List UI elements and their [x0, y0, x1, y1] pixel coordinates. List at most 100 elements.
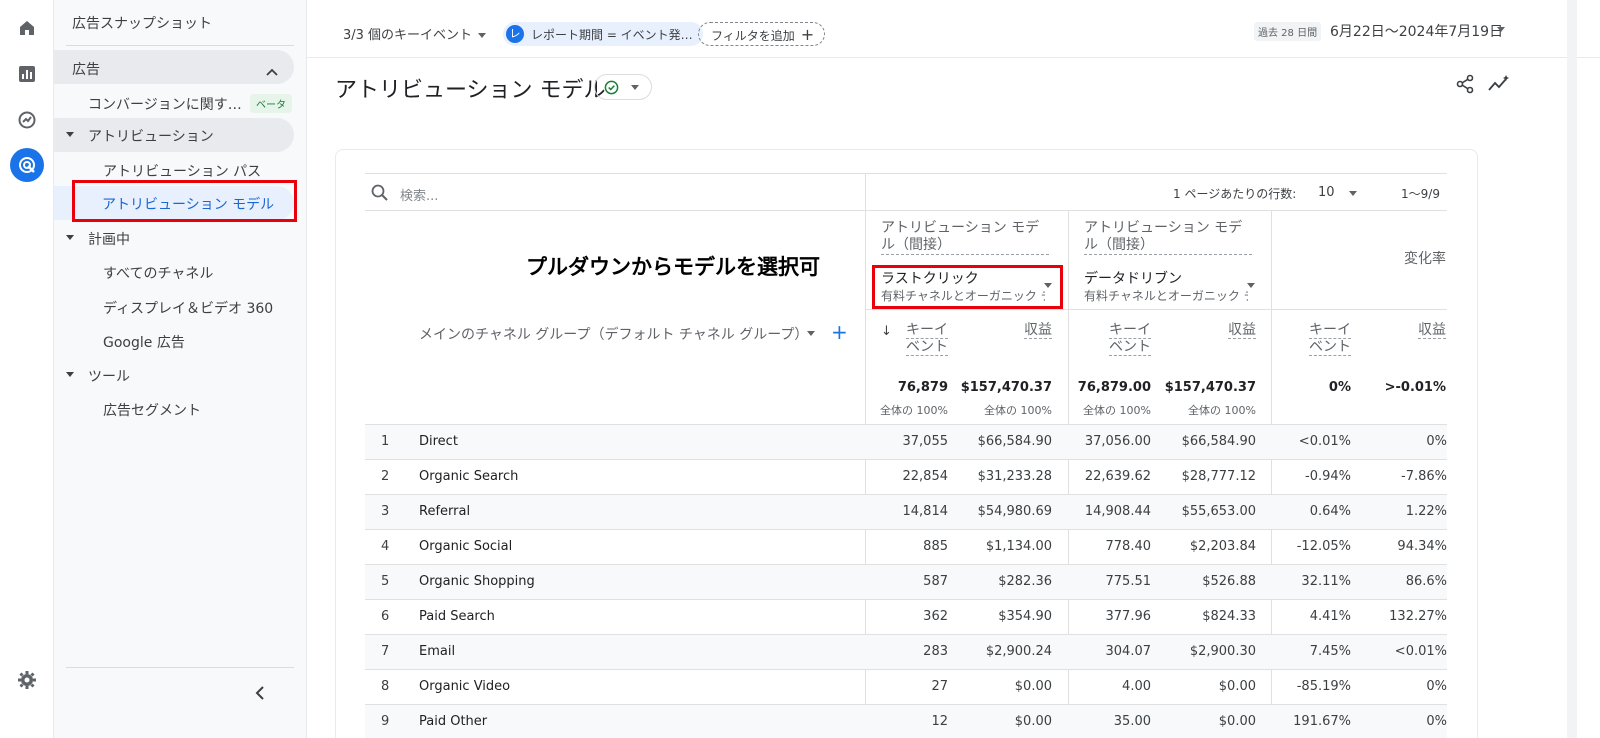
table-row[interactable]: 3 Referral 14,814 $54,980.69 14,908.44 $55,65…: [365, 494, 1447, 529]
rows-per-page-select[interactable]: 10: [1318, 185, 1335, 200]
status-chip[interactable]: [594, 74, 652, 100]
cell-m1r: $282.36: [998, 574, 1052, 589]
col-key-events[interactable]: キーイベント: [1303, 322, 1351, 356]
table-row[interactable]: 7 Email 283 $2,900.24 304.07 $2,900.30 7.45% <0…: [365, 634, 1447, 669]
sidebar-title[interactable]: 広告スナップショット: [72, 13, 212, 33]
table-row[interactable]: 8 Organic Video 27 $0.00 4.00 $0.00 -85.19% 0%: [365, 669, 1447, 704]
total-share: 全体の 100%: [1188, 404, 1256, 417]
reports-icon[interactable]: [13, 60, 41, 88]
caret-down-icon[interactable]: [1349, 191, 1357, 196]
collapse-sidebar-icon[interactable]: [255, 685, 265, 704]
total-value: 0%: [1328, 380, 1351, 395]
caret-down-icon: [478, 33, 487, 38]
pagination-range: 1～9/9: [1401, 187, 1440, 201]
search-icon: [371, 184, 389, 206]
table-row[interactable]: 9 Paid Other 12 $0.00 35.00 $0.00 191.67% 0%: [365, 704, 1447, 738]
sidebar-item-all-channels[interactable]: すべてのチャネル: [103, 263, 213, 283]
sort-down-icon[interactable]: ↓: [881, 324, 892, 339]
cell-m2r: $2,900.30: [1189, 644, 1256, 659]
cell-m2r: $0.00: [1218, 714, 1256, 729]
sidebar-group-attribution[interactable]: アトリビューション: [54, 118, 294, 152]
row-channel-name: Paid Other: [419, 714, 488, 729]
model2-selected[interactable]: データドリブン: [1084, 268, 1182, 288]
share-icon[interactable]: [1455, 74, 1475, 98]
sidebar-divider: [66, 667, 294, 668]
sidebar-item-display-video[interactable]: ディスプレイ＆ビデオ 360: [103, 298, 273, 318]
sidebar-item-attribution-paths[interactable]: アトリビューション パス: [103, 161, 261, 181]
sidebar-section-ads[interactable]: 広告: [54, 50, 294, 84]
col-revenue[interactable]: 収益: [1002, 322, 1052, 339]
col-revenue[interactable]: 収益: [1396, 322, 1446, 339]
plus-icon: +: [800, 25, 815, 44]
check-circle-icon: [604, 80, 619, 95]
nav-rail: [0, 0, 54, 738]
caret-down-icon: [66, 132, 74, 137]
sidebar-item-conversion[interactable]: コンバージョンに関す…: [88, 94, 242, 114]
table-row[interactable]: 1 Direct 37,055 $66,584.90 37,056.00 $66,584.…: [365, 424, 1447, 459]
table-row[interactable]: 2 Organic Search 22,854 $31,233.28 22,639.62…: [365, 459, 1447, 494]
cell-m2r: $824.33: [1202, 609, 1256, 624]
col-revenue-label: 収益: [1228, 322, 1256, 339]
page-title: アトリビューション モデル: [335, 78, 606, 103]
cell-m2e: 775.51: [1105, 574, 1152, 589]
cell-che: 191.67%: [1293, 714, 1351, 729]
date-range-selector[interactable]: 6月22日～2024年7月19日: [1330, 21, 1503, 41]
total-share: 全体の 100%: [984, 404, 1052, 417]
cell-m1r: $1,134.00: [985, 539, 1052, 554]
add-dimension-icon[interactable]: +: [831, 320, 848, 344]
cell-m1e: 362: [923, 609, 948, 624]
add-filter-button[interactable]: フィルタを追加 +: [698, 22, 826, 46]
col-key-events[interactable]: キーイベント: [900, 322, 948, 356]
sidebar-divider: [66, 45, 294, 46]
cell-m1r: $0.00: [1014, 679, 1052, 694]
report-period-chip[interactable]: レ レポート期間 = イベント発…: [503, 22, 703, 46]
sidebar-group-label: ツール: [88, 369, 130, 385]
col-key-events-label: キーイベント: [1309, 322, 1351, 356]
cell-m2e: 304.07: [1105, 644, 1152, 659]
rows-per-page-label: 1 ページあたりの行数:: [1173, 187, 1297, 201]
settings-icon[interactable]: [13, 666, 41, 694]
divider: [865, 174, 866, 212]
row-channel-name: Organic Search: [419, 469, 519, 484]
model2-header: アトリビューション モデル（間接）: [1084, 220, 1252, 255]
chevron-down-icon[interactable]: [1497, 27, 1505, 32]
home-icon[interactable]: [13, 14, 41, 42]
cell-chr: 132.27%: [1389, 609, 1447, 624]
col-revenue[interactable]: 収益: [1206, 322, 1256, 339]
sidebar-item-google-ads[interactable]: Google 広告: [103, 332, 185, 352]
cell-m1e: 283: [923, 644, 948, 659]
row-index: 9: [381, 714, 390, 729]
cell-m1e: 22,854: [902, 469, 949, 484]
sidebar-group-planning[interactable]: 計画中: [54, 221, 294, 255]
key-events-selector[interactable]: 3/3 個のキーイベント: [343, 24, 487, 43]
sidebar-group-tools[interactable]: ツール: [54, 358, 294, 392]
beta-badge: ベータ: [250, 94, 292, 113]
cell-m1r: $2,900.24: [985, 644, 1052, 659]
model2-dropdown-icon[interactable]: [1247, 283, 1255, 288]
col-key-events[interactable]: キーイベント: [1103, 322, 1151, 356]
insights-icon[interactable]: [1487, 74, 1511, 98]
cell-m2r: $66,584.90: [1181, 434, 1256, 449]
caret-down-icon: [66, 235, 74, 240]
cell-chr: <0.01%: [1394, 644, 1447, 659]
table-row[interactable]: 4 Organic Social 885 $1,134.00 778.40 $2,203.…: [365, 529, 1447, 564]
cell-che: 4.41%: [1309, 609, 1351, 624]
caret-down-icon[interactable]: [807, 331, 815, 336]
scrollbar[interactable]: [1567, 0, 1577, 738]
cell-m1e: 27: [931, 679, 948, 694]
sidebar-item-ad-segments[interactable]: 広告セグメント: [103, 400, 201, 420]
row-index: 4: [381, 539, 390, 554]
change-header: 変化率: [1346, 251, 1446, 268]
model2-sub: 有料チャネルとオーガニック チャネル: [1084, 289, 1248, 303]
table-row[interactable]: 6 Paid Search 362 $354.90 377.96 $824.33 4.41%…: [365, 599, 1447, 634]
top-bar: 3/3 個のキーイベント レ レポート期間 = イベント発… フィルタを追加 + …: [307, 0, 1600, 58]
advertising-icon[interactable]: [10, 148, 44, 182]
row-index: 1: [381, 434, 390, 449]
cell-che: -85.19%: [1296, 679, 1351, 694]
highlight-box: [72, 180, 297, 222]
table-row[interactable]: 5 Organic Shopping 587 $282.36 775.51 $526.88…: [365, 564, 1447, 599]
explore-icon[interactable]: [13, 106, 41, 134]
cell-m1e: 587: [923, 574, 948, 589]
row-index: 3: [381, 504, 390, 519]
search-input[interactable]: 検索...: [400, 185, 438, 204]
